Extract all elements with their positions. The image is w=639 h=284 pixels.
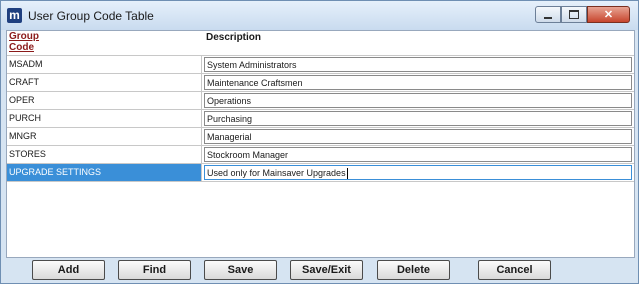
empty-row-divider bbox=[7, 181, 634, 182]
title-bar[interactable]: m User Group Code Table ✕ bbox=[1, 1, 638, 30]
table-header: Group Code Description bbox=[7, 31, 634, 55]
description-field[interactable]: Purchasing bbox=[204, 111, 632, 126]
column-header-description: Description bbox=[206, 32, 262, 43]
group-code-cell[interactable]: STORES bbox=[7, 146, 202, 163]
window-title: User Group Code Table bbox=[28, 9, 154, 23]
description-text: Used only for Mainsaver Upgrades bbox=[207, 168, 346, 178]
description-field[interactable]: Operations bbox=[204, 93, 632, 108]
group-code-cell[interactable]: MNGR bbox=[7, 128, 202, 145]
group-code-cell[interactable]: PURCH bbox=[7, 110, 202, 127]
find-button[interactable]: Find bbox=[118, 260, 191, 280]
group-code-cell[interactable]: UPGRADE SETTINGS bbox=[7, 164, 202, 181]
save-exit-button[interactable]: Save/Exit bbox=[290, 260, 363, 280]
description-field-active[interactable]: Used only for Mainsaver Upgrades bbox=[204, 165, 632, 180]
column-header-code-line2: Code bbox=[9, 42, 34, 53]
window-controls: ✕ bbox=[535, 6, 630, 23]
column-header-group-code[interactable]: Group Code bbox=[9, 31, 39, 53]
group-code-cell[interactable]: OPER bbox=[7, 92, 202, 109]
cancel-button[interactable]: Cancel bbox=[478, 260, 551, 280]
close-icon: ✕ bbox=[603, 9, 614, 21]
minimize-button[interactable] bbox=[535, 6, 561, 23]
group-code-cell[interactable]: MSADM bbox=[7, 56, 202, 73]
add-button[interactable]: Add bbox=[32, 260, 105, 280]
app-logo-icon: m bbox=[7, 8, 22, 23]
minimize-icon bbox=[544, 16, 552, 19]
maximize-button[interactable] bbox=[561, 6, 587, 23]
maximize-icon bbox=[569, 10, 579, 19]
description-field[interactable]: Maintenance Craftsmen bbox=[204, 75, 632, 90]
table-row[interactable]: PURCH Purchasing bbox=[7, 109, 634, 127]
text-caret bbox=[346, 168, 348, 180]
table-row-selected[interactable]: UPGRADE SETTINGS Used only for Mainsaver… bbox=[7, 163, 634, 181]
button-bar: Add Find Save Save/Exit Delete Cancel bbox=[1, 257, 638, 283]
delete-button[interactable]: Delete bbox=[377, 260, 450, 280]
group-code-cell[interactable]: CRAFT bbox=[7, 74, 202, 91]
table-row[interactable]: MSADM System Administrators bbox=[7, 55, 634, 73]
table-row[interactable]: MNGR Managerial bbox=[7, 127, 634, 145]
description-field[interactable]: Managerial bbox=[204, 129, 632, 144]
table-row[interactable]: OPER Operations bbox=[7, 91, 634, 109]
user-group-code-window: m User Group Code Table ✕ Group Code Des… bbox=[0, 0, 639, 284]
description-field[interactable]: System Administrators bbox=[204, 57, 632, 72]
save-button[interactable]: Save bbox=[204, 260, 277, 280]
code-table-grid: Group Code Description MSADM System Admi… bbox=[6, 30, 635, 258]
column-header-code-line1: Group bbox=[9, 31, 39, 42]
description-field[interactable]: Stockroom Manager bbox=[204, 147, 632, 162]
table-row[interactable]: STORES Stockroom Manager bbox=[7, 145, 634, 163]
close-button[interactable]: ✕ bbox=[587, 6, 630, 23]
table-row[interactable]: CRAFT Maintenance Craftsmen bbox=[7, 73, 634, 91]
